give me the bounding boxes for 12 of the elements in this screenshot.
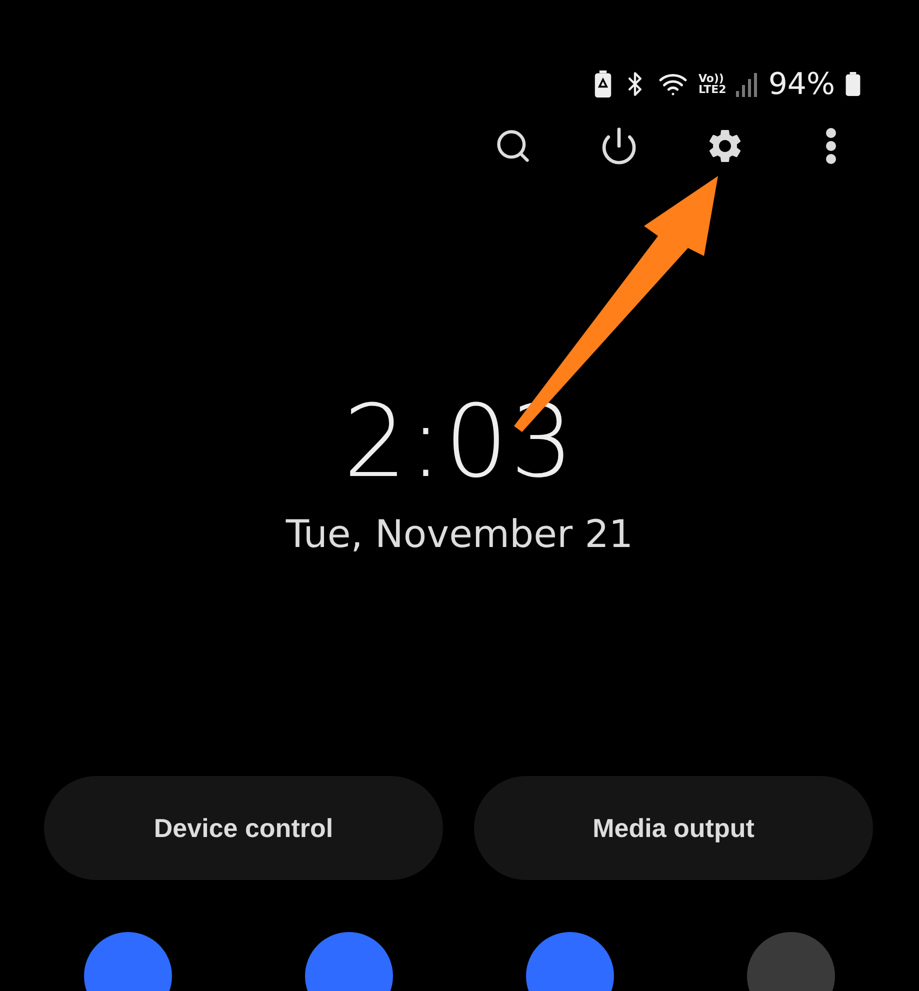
battery-percentage: 94% <box>768 66 835 102</box>
signal-icon <box>736 71 758 97</box>
battery-icon <box>845 71 861 97</box>
clock-time: 2:03 <box>343 383 576 500</box>
quick-panel-button[interactable]: Device control <box>44 776 443 880</box>
quick-panel-button[interactable]: Media output <box>474 776 873 880</box>
search-icon <box>494 127 532 165</box>
volte-label: Vo)) <box>698 73 724 84</box>
more-options-icon <box>826 128 836 164</box>
battery-saver-icon <box>594 70 612 98</box>
date-label: Tue, November 21 <box>286 512 634 556</box>
network-label: LTE2 <box>698 84 726 95</box>
